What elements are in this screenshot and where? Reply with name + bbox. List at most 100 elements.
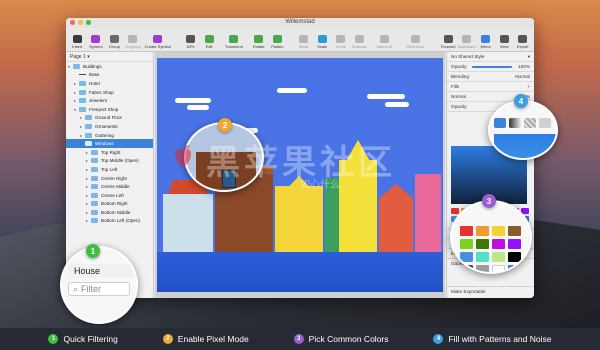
layer-item[interactable]: ▸ Top Right: [66, 148, 153, 157]
color-swatch[interactable]: [476, 239, 489, 249]
color-swatch[interactable]: [476, 226, 489, 236]
layer-item[interactable]: ▸ Top Middle (Open): [66, 157, 153, 166]
color-swatch[interactable]: [492, 252, 505, 262]
toolbar-backward-icon: [462, 35, 472, 43]
toolbar-label: Mirror: [480, 44, 491, 49]
toolbar-label: Symbol: [89, 44, 103, 49]
blending-select[interactable]: Normal: [515, 74, 530, 79]
folder-icon: [91, 175, 98, 181]
toolbar-create-symbol-button[interactable]: Create Symbol: [143, 35, 172, 49]
toolbar-export-icon: [518, 35, 528, 43]
color-swatch[interactable]: [492, 226, 505, 236]
toolbar-intersect-button[interactable]: Intersect: [370, 35, 399, 49]
layer-item[interactable]: ▾ Windows: [66, 139, 153, 148]
color-swatch[interactable]: [492, 239, 505, 249]
layer-item[interactable]: ▸ Jewelers: [66, 96, 153, 105]
building-white[interactable]: [163, 180, 213, 252]
layer-item[interactable]: ▸ Guttering: [66, 131, 153, 140]
building-yellow[interactable]: [275, 176, 323, 252]
harbor-water: [157, 252, 443, 292]
toolbar-label: Insert: [72, 44, 83, 49]
color-swatch[interactable]: [460, 226, 473, 236]
gradient-fill-icon[interactable]: [509, 118, 521, 128]
toolbar-scale-button[interactable]: Scale: [314, 35, 331, 49]
color-swatch[interactable]: [460, 252, 473, 262]
fill-mode-select[interactable]: Normal: [451, 94, 466, 99]
toolbar-label: Edit: [205, 44, 213, 49]
layer-label: Guttering: [95, 132, 114, 138]
toolbar-edit-button[interactable]: Edit: [201, 35, 218, 49]
cloud: [187, 105, 209, 110]
toolbar-subtract-button[interactable]: Subtract: [351, 35, 368, 49]
cloud: [385, 102, 409, 107]
fills-header: Fills +: [447, 82, 534, 92]
color-swatch[interactable]: [451, 208, 459, 214]
toolbar-forward-button[interactable]: Forward: [440, 35, 457, 49]
add-fill-icon[interactable]: +: [527, 84, 530, 89]
toolbar-flatten-button[interactable]: Flatten: [269, 35, 286, 49]
toolbar-view-button[interactable]: View: [496, 35, 513, 49]
zoom-colors-bubble: [450, 200, 532, 274]
page-selector[interactable]: Page 1 ▾: [66, 52, 153, 62]
color-swatch[interactable]: [508, 252, 521, 262]
layer-label: Jewelers: [89, 98, 108, 104]
layer-label: Bottom Left (Open): [101, 218, 141, 224]
noise-fill-icon[interactable]: [539, 118, 551, 128]
toolbar-mask-button[interactable]: Mask: [295, 35, 312, 49]
toolbar-group-icon: [109, 35, 119, 43]
toolbar-union-button[interactable]: Union: [333, 35, 350, 49]
folder-icon: [91, 184, 98, 190]
toolbar-label: Backward: [458, 44, 476, 49]
toolbar-transform-button[interactable]: Transform: [219, 35, 248, 49]
color-swatch[interactable]: [508, 226, 521, 236]
building-pink[interactable]: [415, 174, 441, 252]
toolbar-backward-button[interactable]: Backward: [458, 35, 476, 49]
color-swatch[interactable]: [460, 239, 473, 249]
layer-item[interactable]: ▸ Ground Floor: [66, 114, 153, 123]
pattern-fill-icon[interactable]: [524, 118, 536, 128]
toolbar-rotate-button[interactable]: Rotate: [251, 35, 268, 49]
toolbar-83--button[interactable]: 83%: [182, 35, 199, 49]
toolbar-insert-button[interactable]: Insert: [69, 35, 86, 49]
folder-icon: [85, 132, 92, 138]
color-swatch[interactable]: [508, 239, 521, 249]
toolbar-symbol-button[interactable]: Symbol: [88, 35, 105, 49]
layer-item[interactable]: ▾ Freeport Shop: [66, 105, 153, 114]
blending-row[interactable]: Blending Normal: [447, 72, 534, 82]
toolbar-ungroup-button[interactable]: Ungroup: [125, 35, 142, 49]
toolbar-label: Export: [516, 44, 529, 49]
shared-style-select[interactable]: No Shared Style ▾: [447, 52, 534, 62]
layer-item[interactable]: ▸ Bottom Left (Open): [66, 217, 153, 226]
layer-item[interactable]: ▸ Fabric Shop: [66, 88, 153, 97]
layer-item[interactable]: ▸ Centre Left: [66, 191, 153, 200]
folder-icon: [85, 123, 92, 129]
layer-item[interactable]: ▸ Hotel: [66, 79, 153, 88]
layer-item[interactable]: Base: [66, 71, 153, 80]
color-swatch[interactable]: [476, 252, 489, 262]
opacity-row[interactable]: Opacity 100%: [447, 62, 534, 72]
toolbar-forward-icon: [443, 35, 453, 43]
opacity-slider[interactable]: [472, 65, 513, 68]
layer-item[interactable]: ▸ Bottom Middle: [66, 208, 153, 217]
toolbar-difference-button[interactable]: Difference: [401, 35, 430, 49]
layer-item[interactable]: ▸ Top Left: [66, 165, 153, 174]
layer-item[interactable]: ▸ Bottom Right: [66, 200, 153, 209]
toolbar-group-button[interactable]: Group: [106, 35, 123, 49]
layer-label: Top Left: [101, 166, 118, 172]
building-orange[interactable]: [379, 184, 413, 252]
toolbar: Insert Symbol Group Ungroup Create Symbol 83%…: [66, 28, 534, 52]
toolbar-export-button[interactable]: Export: [514, 35, 531, 49]
make-exportable-section[interactable]: Make Exportable: [447, 286, 534, 296]
feature-item: 4 Fill with Patterns and Noise: [433, 334, 551, 344]
folder-icon: [91, 218, 98, 224]
toolbar-83--icon: [185, 35, 195, 43]
layer-item[interactable]: ▸ Centre Right: [66, 174, 153, 183]
filter-input[interactable]: ⌕ Filter: [68, 282, 130, 296]
toolbar-label: Difference: [406, 44, 425, 49]
solid-fill-icon[interactable]: [494, 118, 506, 128]
layer-item[interactable]: ▾ Buildings: [66, 62, 153, 71]
title-bar: Willemstad: [66, 18, 534, 28]
toolbar-mirror-button[interactable]: Mirror: [477, 35, 494, 49]
layer-item[interactable]: ▸ Ornaments: [66, 122, 153, 131]
layer-item[interactable]: ▸ Centre Middle: [66, 182, 153, 191]
